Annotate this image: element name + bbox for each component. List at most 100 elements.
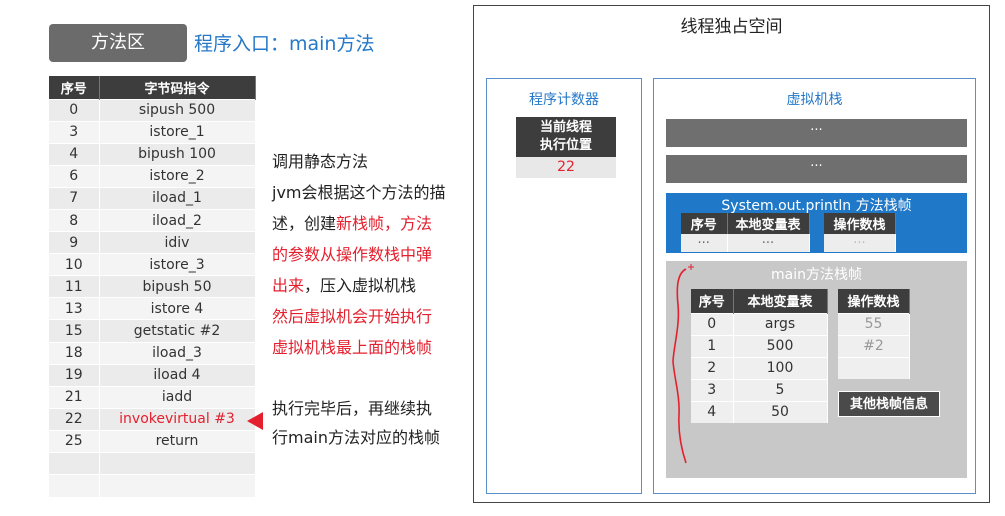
stack-frame-placeholder: ··· [666,155,967,183]
bytecode-row: 8 iload_2 [49,208,256,232]
explanation-line: 执行完毕后，再继续执 [272,399,433,418]
explanation-fragment: ，压入虚拟机栈 [304,276,417,295]
explanation-after-text: 执行完毕后，再继续执 行main方法对应的栈帧 [272,394,462,452]
program-counter-header: 当前线程 执行位置 [516,117,616,157]
local-value-cell: 500 [733,334,828,357]
bytecode-index-cell: 10 [49,253,100,276]
locals-header-value: 本地变量表 [727,213,810,234]
explanation-line: 调用静态方法 [272,152,369,171]
bytecode-instruction-cell: iadd [99,385,256,409]
bytecode-row: 6 istore_2 [49,164,256,188]
bytecode-instruction-cell: iload_1 [99,186,256,210]
bytecode-index-cell: 13 [49,297,100,320]
bytecode-index-cell: 15 [49,319,100,343]
bytecode-index-cell: 25 [49,429,100,453]
bytecode-index-cell: 11 [49,275,100,298]
operand-stack-cell: ··· [824,234,896,252]
bytecode-index-cell [49,451,100,475]
bytecode-row [49,474,256,497]
locals-header-index: 序号 [691,289,734,313]
pc-header-line: 当前线程 [539,120,592,135]
stack-frame-placeholder: ··· [666,119,967,147]
local-variable-row: 35 [691,378,828,401]
bytecode-instruction-cell: return [99,429,256,453]
program-counter-panel: 程序计数器 当前线程 执行位置 22 [486,78,642,494]
current-instruction-arrow [247,412,263,430]
bytecode-index-cell: 18 [49,341,100,365]
bytecode-instruction-cell [99,451,256,475]
explanation-highlight: 虚拟机栈最上面的栈帧 [272,338,433,357]
locals-header-index: 序号 [681,213,728,234]
explanation-highlight: 新栈帧，方法 [336,214,433,233]
vm-stack-title: 虚拟机栈 [786,92,843,108]
bytecode-row: 4 bipush 100 [49,142,256,166]
thread-private-space: 线程独占空间 程序计数器 当前线程 执行位置 22 虚拟机栈 ··· ··· S… [473,5,990,503]
local-variable-row: 0 args [691,312,828,335]
method-area-tag: 方法区 [49,24,187,62]
bytecode-row: 15 getstatic #2 [49,319,256,343]
locals-cell: ··· [681,234,728,252]
bytecode-row: 13 istore 4 [49,297,256,320]
explanation-highlight: 出来 [272,276,305,295]
bytecode-row: 19 iload 4 [49,363,256,387]
main-local-variable-table: 序号 本地变量表 0 args 1 500 2 100 3 5 4 50 [691,289,828,423]
program-counter-title: 程序计数器 [529,92,599,108]
bytecode-index-cell: 3 [49,120,100,144]
bytecode-index-cell: 8 [49,208,100,232]
bytecode-row: 7 iload_1 [49,186,256,210]
local-index-cell: 2 [691,356,734,379]
operand-stack-header: 操作数栈 [838,289,910,313]
col-header-index: 序号 [49,76,100,99]
explanation-fragment: 述，创建 [272,214,337,233]
println-operand-stack: 操作数栈 ··· [824,213,896,252]
local-value-cell: args [733,312,828,335]
main-stack-frame: main方法栈帧 序号 本地变量表 0 args 1 500 2 100 3 5 4 50 操作数… [666,261,967,478]
explanation-line: 述，创建新栈帧，方法 [272,208,462,239]
bytecode-instruction-cell [99,474,256,497]
explanation-line: jvm会根据这个方法的描 [272,183,446,202]
local-variable-row: 4 50 [691,400,828,423]
bytecode-instruction-cell: istore_3 [99,253,256,276]
bytecode-instruction-cell: istore 4 [99,297,256,320]
locals-cell: ··· [727,234,810,252]
locals-header-value: 本地变量表 [733,289,828,313]
bytecode-index-cell: 9 [49,231,100,254]
bytecode-index-cell: 4 [49,142,100,166]
local-index-cell: 4 [691,400,734,423]
explanation-line: 出来，压入虚拟机栈 [272,270,462,301]
bytecode-table: 序号 字节码指令 0 sipush 500 3 istore_1 4 bipush 100… [49,76,256,497]
program-counter-value: 22 [516,157,616,178]
bytecode-index-cell: 0 [49,98,100,122]
bytecode-instruction-cell: idiv [99,231,256,254]
bytecode-index-cell: 19 [49,363,100,387]
bytecode-index-cell: 6 [49,164,100,188]
col-header-instruction: 字节码指令 [99,76,256,99]
operand-stack-row [838,356,910,379]
entry-title: 程序入口：main方法 [194,33,375,55]
local-value-cell: 50 [733,400,828,423]
operand-stack-header: 操作数栈 [824,213,896,234]
bytecode-row: 25 return [49,429,256,453]
println-local-variable-table: 序号 本地变量表 ··· ··· [681,213,810,252]
other-frame-info: 其他栈帧信息 [838,391,940,417]
local-value-cell: 5 [733,378,828,401]
bytecode-header-row: 序号 字节码指令 [49,76,256,99]
bytecode-instruction-cell: bipush 50 [99,275,256,298]
bytecode-instruction-cell: iload_2 [99,208,256,232]
bytecode-index-cell: 21 [49,385,100,409]
explanation-highlight: 然后虚拟机会开始执行 [272,307,433,326]
println-stack-frame: System.out.println 方法栈帧 序号 本地变量表 ··· ···… [666,193,967,253]
bytecode-instruction-cell: sipush 500 [99,98,256,122]
operand-stack-cell: #2 [838,334,910,357]
println-frame-title: System.out.println 方法栈帧 [721,198,912,214]
bytecode-instruction-cell: istore_1 [99,120,256,144]
explanation-line: 行main方法对应的栈帧 [272,428,440,447]
explanation-highlight: 的参数从操作数栈中弹 [272,245,433,264]
bytecode-instruction-cell: getstatic #2 [99,319,256,343]
explanation-text: 调用静态方法 jvm会根据这个方法的描 述，创建新栈帧，方法 的参数从操作数栈中… [272,146,462,363]
main-operand-stack: 操作数栈 55 #2 [838,289,910,379]
local-index-cell: 0 [691,312,734,335]
bytecode-index-cell [49,474,100,497]
bytecode-instruction-cell: istore_2 [99,164,256,188]
bytecode-row: 9 idiv [49,231,256,254]
